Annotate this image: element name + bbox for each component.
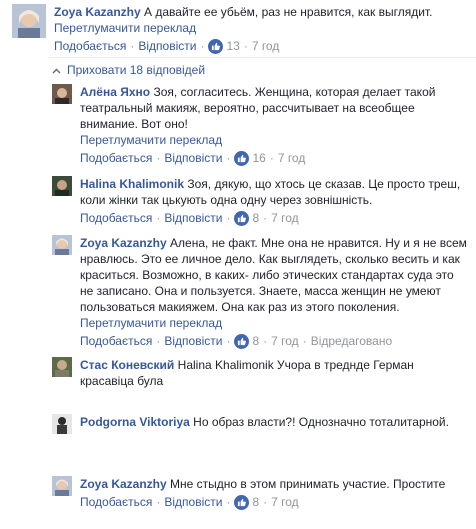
hide-replies-button[interactable]: Приховати 18 відповідей — [52, 63, 205, 77]
translate-link[interactable]: Перетлумачити переклад — [80, 315, 470, 331]
hide-replies-label: Приховати 18 відповідей — [67, 63, 206, 77]
reply: Halina Khalimonik Зоя, дякую, що хтось ц… — [52, 176, 472, 226]
translate-link[interactable]: Перетлумачити переклад — [80, 132, 470, 148]
separator: · — [243, 39, 248, 53]
separator: · — [226, 495, 231, 509]
like-count[interactable]: 8 — [252, 333, 259, 349]
avatar[interactable] — [52, 357, 72, 377]
comment-author[interactable]: Zoya Kazanzhy — [54, 5, 141, 19]
like-count[interactable]: 8 — [252, 494, 259, 510]
comment-text: А давайте ее убьём, раз не нравится, как… — [144, 5, 433, 19]
separator: · — [226, 211, 231, 225]
like-count[interactable]: 16 — [252, 150, 265, 166]
timestamp[interactable]: 7 год — [271, 494, 299, 510]
timestamp[interactable]: 7 год — [271, 210, 299, 226]
reply-button[interactable]: Відповісти — [164, 333, 222, 349]
comment-author[interactable]: Алёна Яхно — [80, 85, 150, 99]
separator: · — [156, 211, 161, 225]
reply: Podgorna Viktoriya Но образ власти?! Одн… — [52, 414, 472, 434]
avatar[interactable] — [52, 176, 72, 196]
comment-author[interactable]: Podgorna Viktoriya — [80, 415, 190, 429]
timestamp[interactable]: 7 год — [252, 38, 280, 54]
avatar[interactable] — [52, 84, 72, 104]
divider — [48, 57, 476, 58]
edited-label[interactable]: Відредаговано — [311, 333, 392, 349]
timestamp[interactable]: 7 год — [278, 150, 306, 166]
reply: Стас Коневский Halina Khalimonik Учора в… — [52, 357, 472, 389]
separator: · — [269, 151, 274, 165]
avatar[interactable] — [52, 235, 72, 255]
separator: · — [130, 39, 135, 53]
like-button[interactable]: Подобається — [80, 333, 152, 349]
separator: · — [156, 334, 161, 348]
comment-author[interactable]: Halina Khalimonik — [80, 177, 184, 191]
chevron-up-icon — [52, 63, 61, 77]
separator: · — [263, 211, 268, 225]
like-icon[interactable] — [234, 210, 250, 226]
like-icon[interactable] — [234, 150, 250, 166]
translate-link[interactable]: Перетлумачити переклад — [54, 20, 464, 36]
comment-author[interactable]: Zoya Kazanzhy — [80, 236, 167, 250]
like-button[interactable]: Подобається — [80, 494, 152, 510]
separator: · — [200, 39, 205, 53]
like-button[interactable]: Подобається — [54, 38, 126, 54]
comment-author[interactable]: Стас Коневский — [80, 358, 174, 372]
separator: · — [263, 334, 268, 348]
like-count[interactable]: 8 — [252, 210, 259, 226]
like-count[interactable]: 13 — [226, 38, 239, 54]
reply-button[interactable]: Відповісти — [164, 150, 222, 166]
reply-button[interactable]: Відповісти — [138, 38, 196, 54]
reply: Алёна Яхно Зоя, согласитесь. Женщина, ко… — [52, 84, 472, 166]
like-icon[interactable] — [234, 494, 250, 510]
like-icon[interactable] — [208, 38, 224, 54]
timestamp[interactable]: 7 год — [271, 333, 299, 349]
reply-button[interactable]: Відповісти — [164, 494, 222, 510]
like-icon[interactable] — [234, 333, 250, 349]
reply-button[interactable]: Відповісти — [164, 210, 222, 226]
avatar[interactable] — [52, 476, 72, 496]
like-button[interactable]: Подобається — [80, 210, 152, 226]
separator: · — [263, 495, 268, 509]
separator: · — [156, 495, 161, 509]
comment-text: Мне стыдно в этом принимать участие. Про… — [170, 477, 446, 491]
avatar[interactable] — [12, 4, 46, 38]
reply: Zoya Kazanzhy Мне стыдно в этом принимат… — [52, 476, 472, 510]
reply: Zoya Kazanzhy Алена, не факт. Мне она не… — [52, 235, 472, 349]
comment-author[interactable]: Zoya Kazanzhy — [80, 477, 167, 491]
separator: · — [226, 334, 231, 348]
like-button[interactable]: Подобається — [80, 150, 152, 166]
comment: Zoya Kazanzhy А давайте ее убьём, раз не… — [12, 4, 472, 54]
separator: · — [302, 334, 307, 348]
separator: · — [226, 151, 231, 165]
comment-text: Но образ власти?! Однозначно тоталитарно… — [193, 415, 449, 429]
avatar[interactable] — [52, 414, 72, 434]
separator: · — [156, 151, 161, 165]
